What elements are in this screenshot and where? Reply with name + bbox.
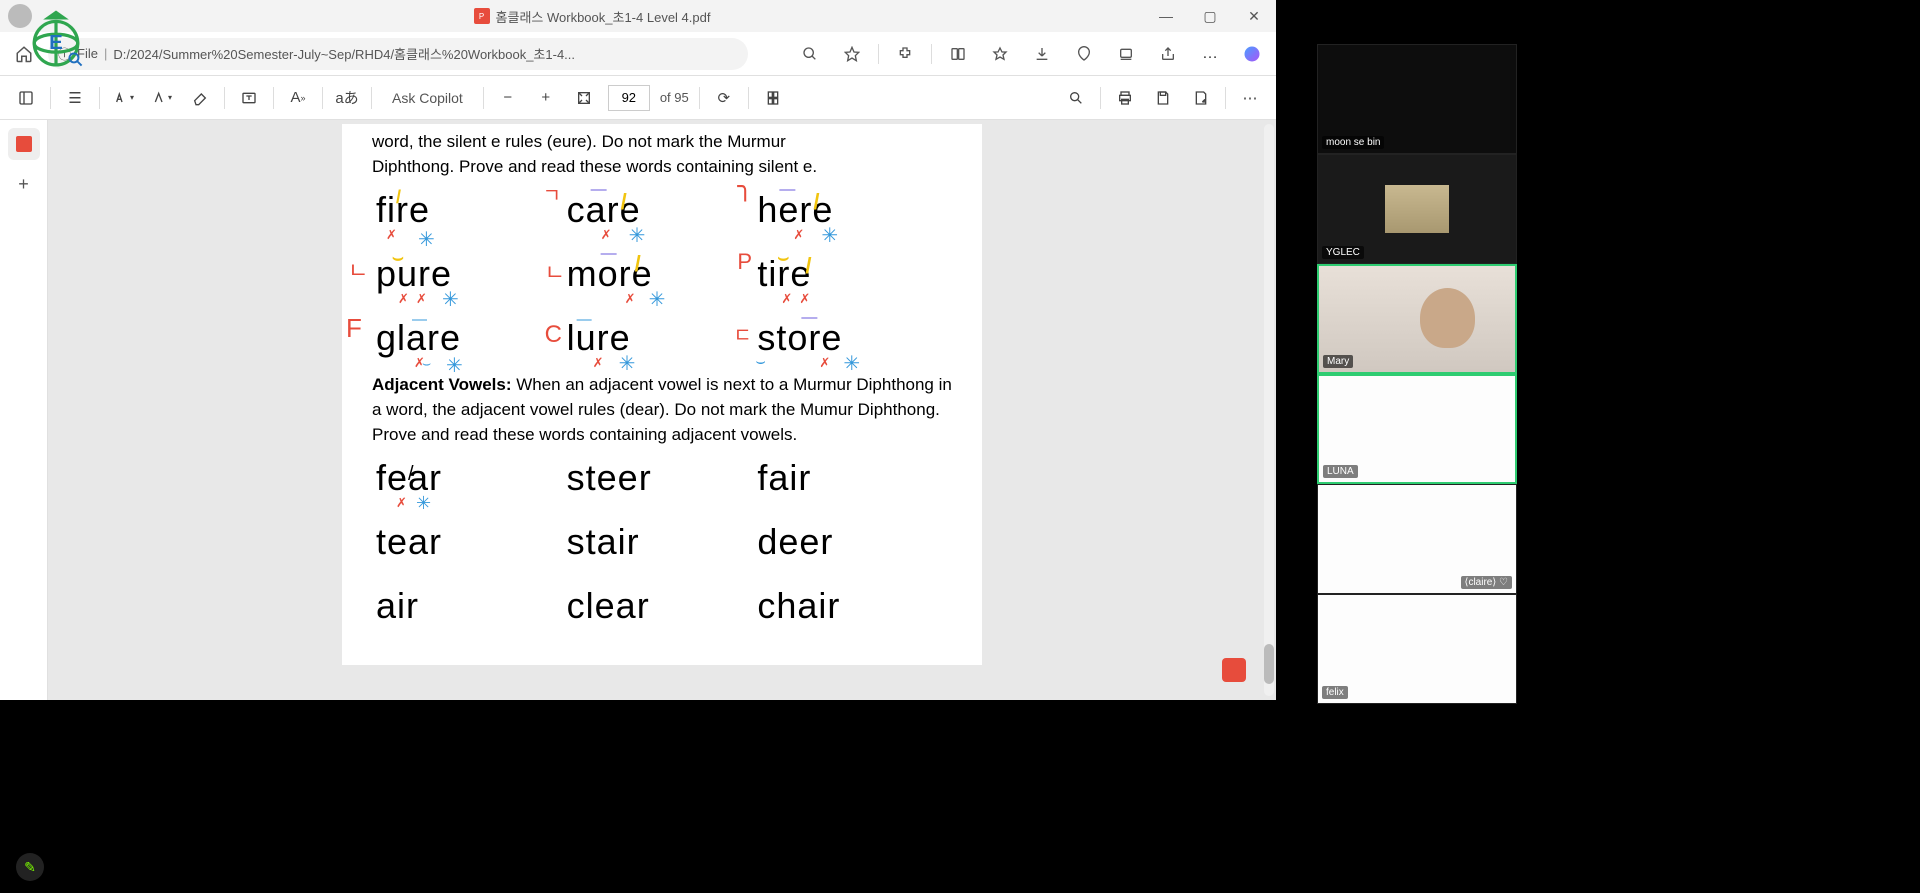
minimize-button[interactable]: —: [1152, 4, 1180, 28]
pdf-viewport[interactable]: word, the silent e rules (eure). Do not …: [48, 120, 1276, 700]
more-icon[interactable]: …: [1194, 38, 1226, 70]
window-title-text: 홈클래스 Workbook_초1-4 Level 4.pdf: [496, 7, 711, 26]
word-tire: Ptire ✗ ✗ ⌣ /: [757, 253, 948, 295]
url-scheme: File: [77, 46, 98, 61]
participant-tile[interactable]: ⟨claire⟩ ♡: [1317, 484, 1517, 594]
pdf-scrollbar[interactable]: [1264, 124, 1274, 696]
page-total-label: of 95: [660, 90, 689, 105]
participant-name: Mary: [1323, 355, 1353, 368]
word-store: ㄷstore ✗ ✳ ⌣ —: [757, 317, 948, 359]
participant-tile[interactable]: YGLEC: [1317, 154, 1517, 264]
browser-essentials-icon[interactable]: [1068, 38, 1100, 70]
copilot-icon[interactable]: [1236, 38, 1268, 70]
scroll-thumb[interactable]: [1264, 644, 1274, 684]
extensions-icon[interactable]: [889, 38, 921, 70]
word-chair: chair: [757, 585, 948, 627]
participant-name: YGLEC: [1322, 246, 1364, 259]
word-care: ㄱcare ✗ ✳ / —: [567, 189, 758, 231]
url-field[interactable]: ⓘ File | D:/2024/Summer%20Semester-July~…: [48, 38, 748, 70]
find-icon[interactable]: [1062, 84, 1090, 112]
eraser-icon[interactable]: [186, 84, 214, 112]
star-icon[interactable]: [836, 38, 868, 70]
text-tool-icon[interactable]: [235, 84, 263, 112]
participant-name: moon se bin: [1322, 136, 1384, 149]
paragraph-adjacent-vowels: Adjacent Vowels: When an adjacent vowel …: [366, 373, 958, 447]
home-button[interactable]: [8, 38, 40, 70]
participant-tile[interactable]: moon se bin: [1317, 44, 1517, 154]
saveas-icon[interactable]: [1187, 84, 1215, 112]
participant-name: felix: [1322, 686, 1348, 699]
participant-tile[interactable]: Mary: [1317, 264, 1517, 374]
word-more: ㄴmore ✗ ✳ / —: [567, 253, 758, 295]
participant-name: LUNA: [1323, 465, 1358, 478]
word-steer: steer: [567, 457, 758, 499]
word-glare: Fglare ✗ ✳ ⌣ —: [376, 317, 567, 359]
window-title: P 홈클래스 Workbook_초1-4 Level 4.pdf: [474, 7, 711, 26]
draw-tool-icon[interactable]: ▾: [110, 84, 138, 112]
split-screen-icon[interactable]: [942, 38, 974, 70]
maximize-button[interactable]: ▢: [1196, 4, 1224, 28]
readaloud-icon[interactable]: A»: [284, 84, 312, 112]
word-tear: tear: [376, 521, 567, 563]
word-air: air: [376, 585, 567, 627]
zoom-in-button[interactable]: +: [532, 84, 560, 112]
sidebar-toggle-icon[interactable]: [12, 84, 40, 112]
favorites-icon[interactable]: [984, 38, 1016, 70]
word-stair: stair: [567, 521, 758, 563]
share-icon[interactable]: [1152, 38, 1184, 70]
page-view-icon[interactable]: [759, 84, 787, 112]
zoom-indicator-icon[interactable]: [794, 38, 826, 70]
close-button[interactable]: ✕: [1240, 4, 1268, 28]
paragraph-silent-e: word, the silent e rules (eure). Do not …: [366, 130, 958, 179]
translate-icon[interactable]: aあ: [333, 84, 361, 112]
participants-panel: moon se bin YGLEC Mary LUNA ⟨claire⟩ ♡ f…: [1276, 0, 1558, 893]
participant-tile[interactable]: LUNA: [1317, 374, 1517, 484]
word-deer: deer: [757, 521, 948, 563]
print-icon[interactable]: [1111, 84, 1139, 112]
fit-page-icon[interactable]: [570, 84, 598, 112]
word-here: ╮here ✗ ✳ / —: [757, 189, 948, 231]
participant-name: ⟨claire⟩ ♡: [1461, 576, 1512, 589]
participant-tile[interactable]: felix: [1317, 594, 1517, 704]
info-icon: ⓘ: [58, 44, 71, 63]
vertical-tab-strip: +: [0, 120, 48, 700]
page-number-input[interactable]: [608, 85, 650, 111]
toc-icon[interactable]: ☰: [61, 84, 89, 112]
annotate-bubble-icon[interactable]: ✎: [16, 853, 44, 881]
word-fire: fire ✗ ✳ /: [376, 189, 567, 231]
pdf-toolbar: ☰ ▾ ▾ A» aあ Ask Copilot − + of 95 ⟳: [0, 76, 1276, 120]
edge-browser-window: P 홈클래스 Workbook_초1-4 Level 4.pdf — ▢ ✕ ⓘ…: [0, 0, 1276, 700]
video-thumbnail: [1385, 185, 1449, 233]
download-icon[interactable]: [1026, 38, 1058, 70]
zoom-out-button[interactable]: −: [494, 84, 522, 112]
pdf-page: word, the silent e rules (eure). Do not …: [342, 124, 982, 665]
word-lure: Clure ✗ ✳ —: [567, 317, 758, 359]
address-toolbar: ⓘ File | D:/2024/Summer%20Semester-July~…: [0, 32, 1276, 76]
screenshot-icon[interactable]: [1110, 38, 1142, 70]
acrobat-badge-icon[interactable]: [1222, 658, 1246, 682]
word-pure: ㄴpure ✗ ✗ ✳ ⌣: [376, 253, 567, 295]
rotate-icon[interactable]: ⟳: [710, 84, 738, 112]
highlight-tool-icon[interactable]: ▾: [148, 84, 176, 112]
pdf-more-icon[interactable]: ⋯: [1236, 84, 1264, 112]
ask-copilot-button[interactable]: Ask Copilot: [382, 86, 473, 110]
shared-screen-area: P 홈클래스 Workbook_초1-4 Level 4.pdf — ▢ ✕ ⓘ…: [0, 0, 1276, 893]
window-titlebar: P 홈클래스 Workbook_초1-4 Level 4.pdf — ▢ ✕: [0, 0, 1276, 32]
url-path: D:/2024/Summer%20Semester-July~Sep/RHD4/…: [113, 44, 575, 63]
word-clear: clear: [567, 585, 758, 627]
word-fear: fear ✗ ✳ /: [376, 457, 567, 499]
pdf-icon: P: [474, 8, 490, 24]
save-icon[interactable]: [1149, 84, 1177, 112]
word-fair: fair: [757, 457, 948, 499]
profile-avatar[interactable]: [8, 4, 32, 28]
pdf-tab-icon[interactable]: [8, 128, 40, 160]
new-tab-icon[interactable]: +: [8, 168, 40, 200]
